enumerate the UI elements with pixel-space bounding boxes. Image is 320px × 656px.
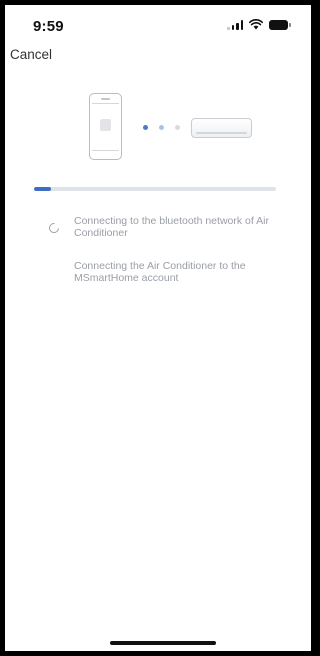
battery-icon <box>269 19 291 30</box>
status-time: 9:59 <box>33 18 64 35</box>
home-indicator[interactable] <box>110 641 216 645</box>
connection-illustration <box>5 93 311 163</box>
status-icons <box>227 19 291 30</box>
progress-dot-2 <box>159 125 164 130</box>
app-screen: 9:59 Cancel Connecting to the bluetooth … <box>5 5 311 651</box>
signal-icon <box>227 19 243 30</box>
step-text: Connecting to the bluetooth network of A… <box>74 215 269 239</box>
progress-dot-1 <box>143 125 148 130</box>
progress-bar-fill <box>34 187 51 191</box>
wifi-icon <box>249 19 263 30</box>
phone-icon <box>89 93 122 160</box>
status-bar: 9:59 <box>5 5 311 41</box>
step-text: Connecting the Air Conditioner to the MS… <box>74 260 246 284</box>
progress-bar <box>34 187 276 191</box>
progress-dot-3 <box>175 125 180 130</box>
cancel-button[interactable]: Cancel <box>10 47 52 62</box>
air-conditioner-icon <box>191 118 252 138</box>
spinner-icon <box>46 220 62 236</box>
